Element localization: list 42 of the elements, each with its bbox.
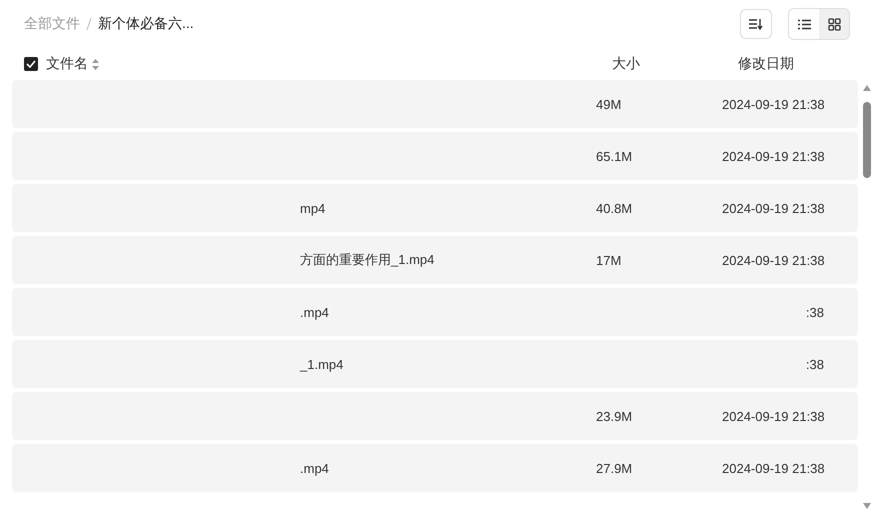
file-row[interactable]: 方面的重要作用_1.mp4 17M 2024-09-19 21:38 (12, 236, 858, 284)
breadcrumb-item[interactable]: 新个体必备六... (98, 15, 194, 33)
file-name: 方面的重要作用_1.mp4 (300, 252, 434, 267)
modified-date: :38 (806, 356, 824, 372)
file-name: mp4 (300, 200, 326, 216)
file-name: .mp4 (300, 460, 329, 476)
scrollbar-thumb[interactable] (863, 102, 871, 178)
column-header[interactable]: 修改日期 (738, 55, 794, 73)
file-row[interactable]: .mp4 27.9M 2024-09-19 21:38 (12, 444, 858, 492)
scroll-down-arrow-icon[interactable] (862, 502, 872, 510)
file-size: 49M (596, 96, 622, 112)
modified-date: :38 (806, 304, 824, 320)
file-row[interactable]: _1.mp4 :38 (12, 340, 858, 388)
sort-arrows-icon (92, 58, 99, 70)
modified-date: 2024-09-19 21:38 (722, 252, 825, 268)
file-size: 40.8M (596, 200, 632, 216)
sort-icon (749, 18, 763, 30)
file-row[interactable]: mp4 40.8M 2024-09-19 21:38 (12, 184, 858, 232)
modified-date: 2024-09-19 21:38 (722, 460, 825, 476)
file-size: 65.1M (596, 148, 632, 164)
file-row[interactable]: 23.9M 2024-09-19 21:38 (12, 392, 858, 440)
list-icon (798, 18, 810, 30)
slash-separator-icon (86, 17, 92, 31)
file-row[interactable]: 49M 2024-09-19 21:38 (12, 80, 858, 128)
modified-date: 2024-09-19 21:38 (722, 408, 825, 424)
modified-date: 2024-09-19 21:38 (722, 200, 825, 216)
file-row[interactable]: .mp4 :38 (12, 288, 858, 336)
grid-icon (828, 18, 840, 30)
sort-button[interactable] (740, 9, 772, 39)
grid-view-button[interactable] (819, 9, 849, 39)
file-name: .mp4 (300, 304, 329, 320)
file-size: 17M (596, 252, 622, 268)
file-size: 23.9M (596, 408, 632, 424)
file-name: _1.mp4 (300, 356, 344, 372)
select-all-checkbox[interactable] (24, 57, 38, 71)
column-header[interactable]: 大小 (612, 55, 738, 73)
modified-date: 2024-09-19 21:38 (722, 148, 825, 164)
column-header[interactable]: 文件名 (46, 55, 88, 73)
file-row[interactable]: 65.1M 2024-09-19 21:38 (12, 132, 858, 180)
file-size: 27.9M (596, 460, 632, 476)
scroll-up-arrow-icon[interactable] (862, 84, 872, 92)
modified-date: 2024-09-19 21:38 (722, 96, 825, 112)
